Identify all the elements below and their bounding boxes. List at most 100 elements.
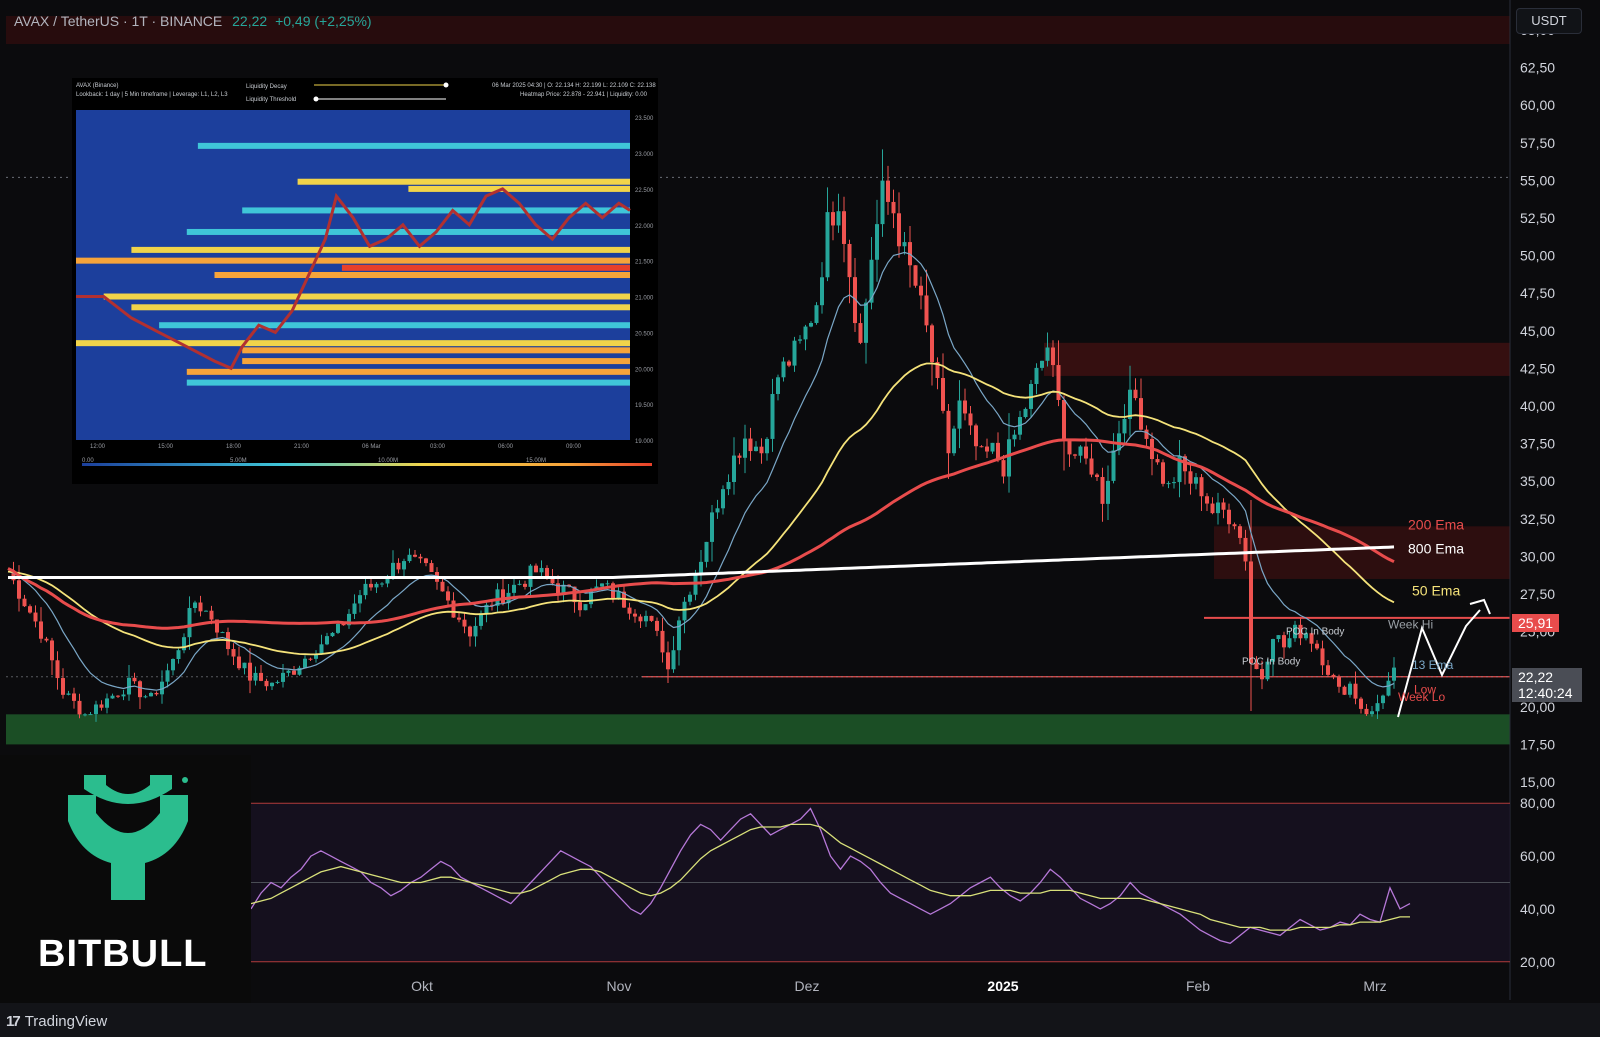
candle-body xyxy=(308,658,313,660)
candle-body xyxy=(325,636,329,645)
candle-body xyxy=(1348,683,1352,695)
candle-body xyxy=(721,489,725,509)
liquidity-band xyxy=(159,322,630,329)
liquidity-band xyxy=(131,304,630,311)
candle-body xyxy=(44,638,49,641)
candle-body xyxy=(237,656,241,669)
annotation-label: 800 Ema xyxy=(1408,540,1464,556)
heatmap-y-tick: 22.000 xyxy=(635,224,654,230)
candle-body xyxy=(292,670,296,675)
tradingview-logo[interactable]: 17 TradingView xyxy=(6,1013,107,1030)
annotation-label: POC In Body xyxy=(1242,657,1300,668)
candle-body xyxy=(451,600,456,618)
candle-body xyxy=(963,400,967,414)
candle-body xyxy=(1216,502,1220,514)
candle-body xyxy=(17,580,21,599)
annotation-label: Low xyxy=(1414,682,1436,696)
resistance-zone xyxy=(1044,342,1510,376)
brand-logo-panel: BITBULL xyxy=(0,755,251,1003)
candle-body xyxy=(968,413,973,426)
heatmap-colorbar-tick: 5.00M xyxy=(230,458,247,464)
candle-body xyxy=(842,211,846,244)
annotation-label: 50 Ema xyxy=(1412,583,1460,599)
symbol-header[interactable]: AVAX / TetherUS · 1T · BINANCE 22,22 +0,… xyxy=(14,13,372,29)
candle-body xyxy=(743,438,747,458)
time-tick-label: Okt xyxy=(411,978,433,994)
candle-body xyxy=(1062,399,1066,441)
price-tick-label: 27,50 xyxy=(1520,586,1555,602)
candle-body xyxy=(1144,429,1149,439)
heatmap-x-tick: 12:00 xyxy=(90,444,106,450)
candle-body xyxy=(1232,524,1237,527)
candle-body xyxy=(1067,440,1072,455)
candle-body xyxy=(209,610,214,620)
time-tick-label: Feb xyxy=(1186,978,1210,994)
candle-body xyxy=(946,410,951,454)
brand-name: BITBULL xyxy=(38,933,208,975)
candle-body xyxy=(924,295,929,326)
candle-body xyxy=(1320,648,1325,666)
candle-body xyxy=(666,652,670,670)
price-tick-label: 42,50 xyxy=(1520,360,1555,376)
candle-body xyxy=(1205,496,1209,504)
candle-body xyxy=(193,602,197,609)
candle-body xyxy=(28,606,32,613)
candle-body xyxy=(402,561,406,570)
currency-button[interactable]: USDT xyxy=(1516,8,1582,34)
candle-body xyxy=(198,602,203,612)
candle-body xyxy=(1172,482,1176,484)
heatmap-y-tick: 23.000 xyxy=(635,152,654,158)
liquidity-band xyxy=(186,379,631,386)
candle-body xyxy=(1353,683,1358,699)
candle-body xyxy=(754,446,758,452)
candle-body xyxy=(1199,477,1204,497)
candle-body xyxy=(138,681,142,698)
candle-body xyxy=(121,694,126,697)
support-zone xyxy=(6,714,1510,745)
price-tick-label: 62,50 xyxy=(1520,60,1555,76)
candle-body xyxy=(1386,680,1391,696)
candle-body xyxy=(253,672,258,681)
tradingview-label: TradingView xyxy=(24,1013,108,1030)
heatmap-colorbar-tick: 15.00M xyxy=(526,458,546,464)
heatmap-x-tick: 18:00 xyxy=(226,444,242,450)
heatmap-ohlc: 06 Mar 2025 04:30 | O: 22.134 H: 22.199 … xyxy=(492,83,656,89)
candle-body xyxy=(1238,526,1242,538)
candle-body xyxy=(809,322,813,327)
candle-body xyxy=(1051,347,1055,366)
time-tick-label: 2025 xyxy=(987,978,1018,994)
candle-body xyxy=(462,619,467,627)
candle-body xyxy=(1227,509,1231,525)
candle-body xyxy=(1073,454,1077,456)
candle-body xyxy=(22,598,27,607)
candle-body xyxy=(270,682,274,687)
last-price: 22,22 xyxy=(232,13,268,29)
candle-body xyxy=(974,425,978,447)
candle-body xyxy=(72,693,76,701)
candle-body xyxy=(902,242,907,247)
candle-body xyxy=(765,438,769,454)
price-tick-label: 60,00 xyxy=(1520,97,1555,113)
candle-body xyxy=(985,446,989,452)
candle-body xyxy=(440,581,445,592)
symbol-title[interactable]: AVAX / TetherUS · 1T · BINANCE xyxy=(14,13,222,29)
candle-body xyxy=(941,377,945,411)
candle-body xyxy=(1139,398,1143,430)
candle-body xyxy=(787,361,791,366)
candle-body xyxy=(1326,665,1330,675)
candle-body xyxy=(864,302,868,343)
annotation-label: POC In Body xyxy=(1286,627,1344,638)
candle-body xyxy=(627,607,632,614)
candle-body xyxy=(671,650,676,670)
time-tick-label: Nov xyxy=(607,978,632,994)
candle-body xyxy=(726,481,731,490)
candle-countdown: 12:40:24 xyxy=(1518,685,1573,701)
price-tick-label: 52,50 xyxy=(1520,210,1555,226)
heatmap-colorbar-tick: 10.00M xyxy=(378,458,398,464)
candle-body xyxy=(1001,460,1006,477)
candle-body xyxy=(275,681,280,683)
candle-body xyxy=(820,277,824,306)
candle-body xyxy=(385,578,390,584)
rsi-pane: 80,00 60,00 40,00 20,00 xyxy=(250,795,1555,970)
candle-body xyxy=(732,455,736,482)
